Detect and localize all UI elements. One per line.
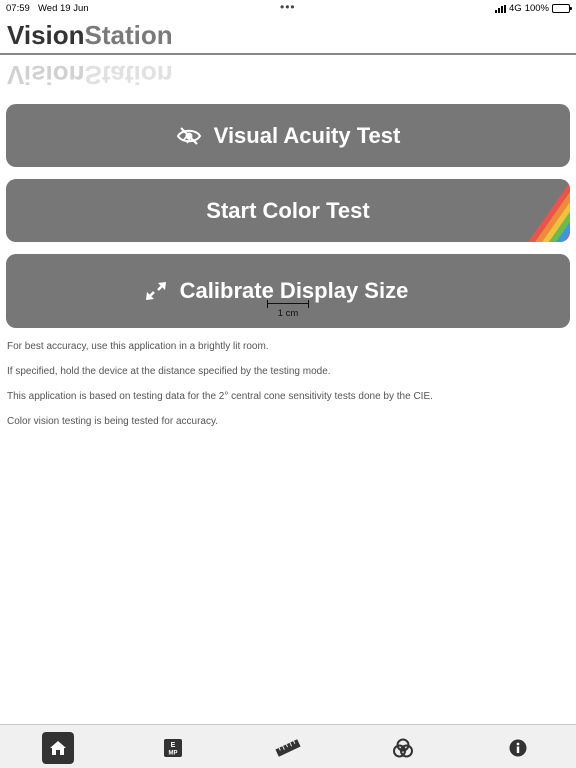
home-icon — [50, 741, 66, 755]
battery-percent: 100% — [524, 3, 549, 14]
status-bar: 07:59 Wed 19 Jun ••• 4G 100% — [0, 0, 576, 16]
status-time: 07:59 — [6, 3, 30, 14]
network-label: 4G — [509, 3, 522, 14]
note-color-accuracy: Color vision testing is being tested for… — [7, 416, 219, 427]
eye-chart-icon: E MP — [164, 739, 182, 757]
tab-home[interactable] — [42, 732, 74, 764]
start-color-test-label: Start Color Test — [206, 197, 370, 223]
status-date: Wed 19 Jun — [38, 3, 89, 14]
color-circles-icon — [393, 738, 413, 758]
resize-arrows-icon — [145, 282, 166, 300]
info-notes: For best accuracy, use this application … — [7, 341, 567, 441]
rainbow-stripes-decoration — [528, 181, 570, 242]
note-lighting: For best accuracy, use this application … — [7, 341, 269, 352]
tab-ruler[interactable] — [272, 732, 304, 764]
start-color-test-button[interactable]: Start Color Test — [6, 179, 570, 242]
app-title-reflection: VisionStation — [7, 60, 173, 90]
tab-color[interactable] — [387, 732, 419, 764]
app-title-station: Station — [84, 20, 173, 50]
visual-acuity-test-button[interactable]: Visual Acuity Test — [6, 104, 570, 167]
svg-text:MP: MP — [169, 751, 178, 757]
tab-eye-chart[interactable]: E MP — [157, 732, 189, 764]
signal-icon — [495, 4, 506, 13]
svg-text:E: E — [171, 742, 176, 749]
info-icon — [509, 739, 527, 757]
visual-acuity-test-label: Visual Acuity Test — [213, 122, 401, 148]
tab-info[interactable] — [502, 732, 534, 764]
app-title-vision: Vision — [7, 20, 85, 50]
eye-slash-icon — [176, 126, 201, 145]
one-cm-scale-bar — [267, 300, 309, 308]
ruler-icon — [275, 739, 301, 757]
one-cm-scale-label: 1 cm — [277, 308, 299, 319]
multitasking-dots-icon[interactable]: ••• — [280, 0, 296, 14]
battery-icon — [552, 4, 572, 13]
app-title: VisionStation — [7, 20, 173, 54]
status-right: 4G 100% — [495, 3, 572, 14]
note-distance: If specified, hold the device at the dis… — [7, 366, 331, 377]
bottom-tab-bar: E MP — [0, 724, 576, 768]
header-divider — [0, 53, 576, 55]
note-cie-data: This application is based on testing dat… — [7, 391, 433, 402]
